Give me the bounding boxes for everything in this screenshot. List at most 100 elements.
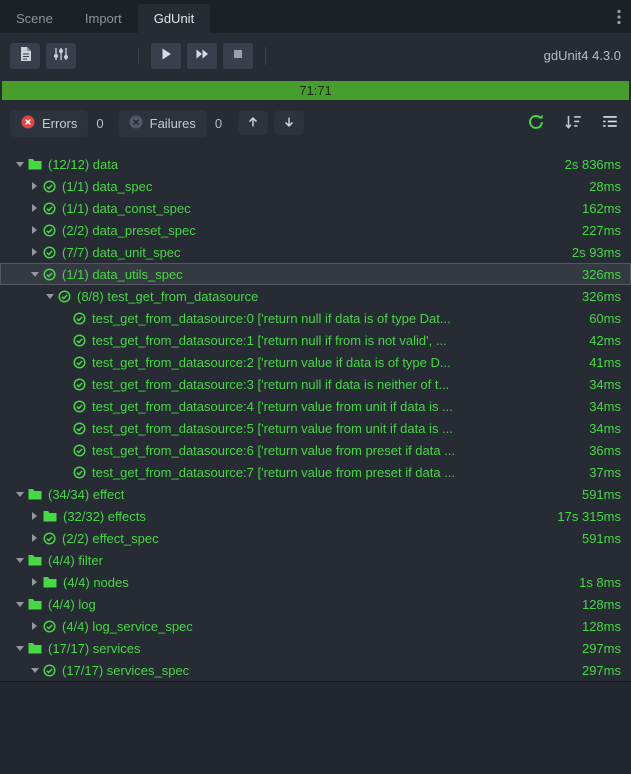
chevron-icon[interactable] [27, 615, 42, 637]
chevron-icon[interactable] [27, 219, 42, 241]
tree-item-label: test_get_from_datasource:6 ['return valu… [92, 442, 456, 458]
tree-row[interactable]: (2/2) data_preset_spec 227ms [0, 219, 631, 241]
tree-item-label: (1/1) data_utils_spec [62, 266, 183, 282]
chevron-icon[interactable] [12, 549, 27, 571]
toolbar: gdUnit4 4.3.0 [0, 33, 631, 78]
test-suite-icon [73, 465, 86, 479]
tree-row[interactable]: (17/17) services 297ms [0, 637, 631, 659]
tree-row[interactable]: (4/4) nodes 1s 8ms [0, 571, 631, 593]
tree-row[interactable]: (1/1) data_spec 28ms [0, 175, 631, 197]
tree-row[interactable]: test_get_from_datasource:6 ['return valu… [0, 439, 631, 461]
tree-row[interactable]: (1/1) data_utils_spec 326ms [0, 263, 631, 285]
errors-filter-button[interactable]: Errors [10, 109, 89, 137]
stop-button[interactable] [223, 42, 253, 69]
tree-item-time: 297ms [581, 640, 621, 656]
test-suite-icon [43, 531, 56, 545]
play-forward-icon [194, 46, 210, 65]
tree-row[interactable]: test_get_from_datasource:4 ['return valu… [0, 395, 631, 417]
tree-row[interactable]: (4/4) log 128ms [0, 593, 631, 615]
test-suite-icon [43, 223, 56, 237]
run-tests-button[interactable] [151, 42, 181, 69]
tree-row[interactable]: (17/17) services_spec 297ms [0, 659, 631, 681]
failures-filter-button[interactable]: Failures [117, 109, 207, 137]
chevron-icon[interactable] [27, 241, 42, 263]
error-icon [21, 115, 35, 132]
tree-row[interactable]: test_get_from_datasource:5 ['return valu… [0, 417, 631, 439]
tree-item-time: 34ms [589, 420, 621, 436]
tree-item-label: (4/4) filter [48, 552, 103, 568]
view-mode-button[interactable] [599, 111, 621, 136]
tree-row[interactable]: test_get_from_datasource:1 ['return null… [0, 329, 631, 351]
test-suite-icon [43, 663, 56, 677]
tree-item-label: (7/7) data_unit_spec [62, 244, 181, 260]
tree-item-time: 34ms [589, 398, 621, 414]
failure-icon [129, 115, 143, 132]
tree-item-label: (4/4) log [48, 596, 96, 612]
tree-view-icon [601, 113, 619, 134]
settings-tune-button[interactable] [46, 42, 76, 69]
tree-row[interactable]: test_get_from_datasource:3 ['return null… [0, 373, 631, 395]
refresh-icon [527, 113, 545, 134]
arrow-down-icon [282, 115, 296, 132]
tree-row[interactable]: (4/4) log_service_spec 128ms [0, 615, 631, 637]
gdunit-panel: Scene Import GdUnit gdUnit4 4.3.0 71:71 … [0, 0, 631, 774]
folder-icon [28, 488, 42, 500]
run-debug-button[interactable] [187, 42, 217, 69]
folder-icon [28, 598, 42, 610]
tree-row[interactable]: test_get_from_datasource:2 ['return valu… [0, 351, 631, 373]
tree-item-label: (17/17) services_spec [62, 662, 190, 678]
progress-bar: 71:71 [2, 81, 629, 100]
tree-item-time: 41ms [589, 354, 621, 370]
tree-item-label: (1/1) data_const_spec [62, 200, 191, 216]
tree-row[interactable]: (8/8) test_get_from_datasource 326ms [0, 285, 631, 307]
tree-row[interactable]: (32/32) effects 17s 315ms [0, 505, 631, 527]
tab-scene[interactable]: Scene [0, 4, 69, 33]
chevron-icon[interactable] [27, 571, 42, 593]
stop-icon [230, 46, 246, 65]
tree-row[interactable]: (2/2) effect_spec 591ms [0, 527, 631, 549]
tree-item-time: 1s 8ms [579, 574, 621, 590]
tab-gdunit[interactable]: GdUnit [137, 4, 211, 33]
tree-row[interactable]: (7/7) data_unit_spec 2s 93ms [0, 241, 631, 263]
tab-list-menu-button[interactable] [607, 4, 631, 33]
tree-item-time: 37ms [589, 464, 621, 480]
prev-failure-button[interactable] [238, 111, 269, 135]
tree-item-time: 297ms [581, 662, 621, 678]
chevron-icon[interactable] [27, 659, 42, 681]
errors-count: 0 [96, 115, 104, 131]
toolbar-separator [265, 46, 266, 65]
tab-import[interactable]: Import [69, 4, 138, 33]
tree-row[interactable]: (34/34) effect 591ms [0, 483, 631, 505]
tree-row[interactable]: test_get_from_datasource:7 ['return valu… [0, 461, 631, 483]
arrow-up-icon [246, 115, 260, 132]
tree-item-time: 162ms [581, 200, 621, 216]
next-failure-button[interactable] [274, 111, 305, 135]
tree-row[interactable]: (12/12) data 2s 836ms [0, 153, 631, 175]
chevron-icon[interactable] [27, 175, 42, 197]
tree-item-label: test_get_from_datasource:1 ['return null… [92, 332, 447, 348]
test-tree: (12/12) data 2s 836ms (1/1) data_spec 28… [0, 153, 631, 681]
chevron-icon[interactable] [12, 153, 27, 175]
chevron-icon[interactable] [27, 197, 42, 219]
tree-item-label: (34/34) effect [48, 486, 125, 502]
progress-bar-wrap: 71:71 [0, 81, 631, 100]
chevron-icon[interactable] [27, 505, 42, 527]
chevron-icon[interactable] [27, 263, 42, 285]
test-suite-icon [43, 619, 56, 633]
chevron-icon[interactable] [42, 285, 57, 307]
tree-row[interactable]: test_get_from_datasource:0 ['return null… [0, 307, 631, 329]
chevron-icon[interactable] [12, 637, 27, 659]
tree-item-time: 36ms [589, 442, 621, 458]
tree-item-time: 326ms [581, 266, 621, 282]
api-doc-button[interactable] [10, 42, 40, 69]
chevron-icon[interactable] [12, 593, 27, 615]
tree-row[interactable]: (4/4) filter [0, 549, 631, 571]
tree-row[interactable]: (1/1) data_const_spec 162ms [0, 197, 631, 219]
tree-item-label: test_get_from_datasource:2 ['return valu… [92, 354, 451, 370]
tree-item-time: 128ms [581, 618, 621, 634]
chevron-icon[interactable] [27, 527, 42, 549]
sort-button[interactable] [562, 111, 584, 136]
rerun-on-change-button[interactable] [525, 111, 547, 136]
tree-item-label: (2/2) effect_spec [62, 530, 159, 546]
chevron-icon[interactable] [12, 483, 27, 505]
